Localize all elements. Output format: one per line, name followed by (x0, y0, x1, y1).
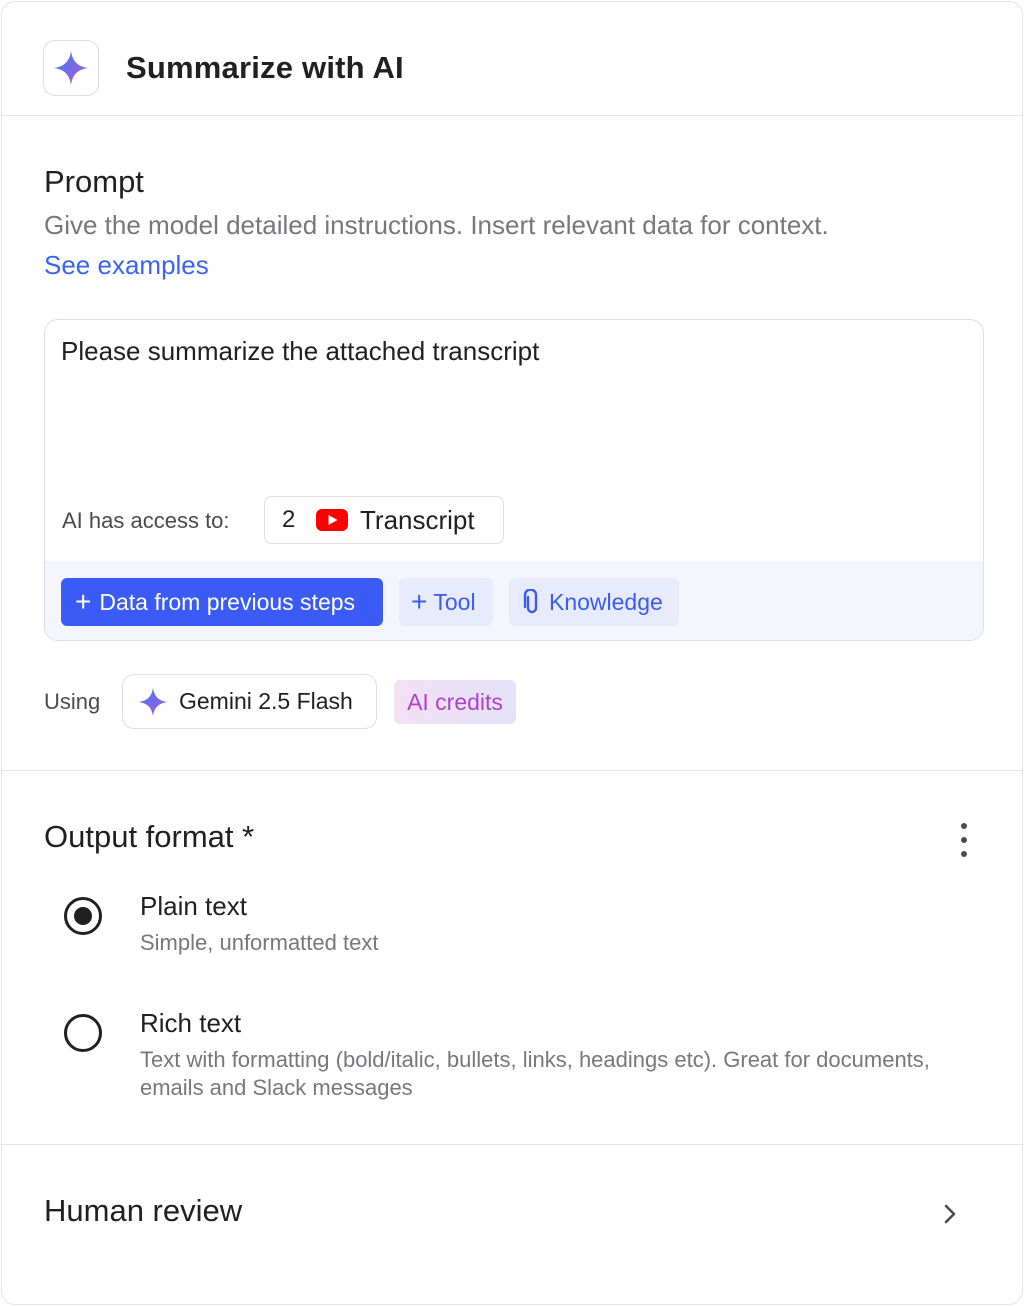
prompt-description: Give the model detailed instructions. In… (44, 210, 829, 240)
option-description: Text with formatting (bold/italic, bulle… (140, 1047, 930, 1100)
access-item-chip[interactable]: 2 Transcript (264, 496, 504, 544)
option-label: Rich text (140, 1008, 242, 1038)
sparkle-icon (43, 40, 99, 96)
access-item-name: Transcript (360, 504, 475, 535)
add-tool-button[interactable]: + Tool (399, 578, 493, 626)
access-item-count: 2 (282, 506, 296, 533)
plus-icon: + (75, 586, 92, 617)
chevron-right-icon (938, 1201, 962, 1227)
output-format-section: Output format * Plain text Simple, unfor… (2, 771, 1022, 1145)
human-review-row[interactable]: Human review (2, 1145, 1022, 1304)
model-name: Gemini 2.5 Flash (179, 688, 353, 714)
model-selector[interactable]: Gemini 2.5 Flash (122, 674, 377, 729)
add-tool-label: Tool (433, 588, 476, 615)
knowledge-button[interactable]: Knowledge (509, 578, 679, 626)
access-label: AI has access to: (62, 508, 230, 533)
output-format-heading: Output format * (44, 819, 255, 854)
panel-header: Summarize with AI (2, 2, 1022, 116)
knowledge-label: Knowledge (549, 588, 663, 615)
add-data-button[interactable]: + Data from previous steps (61, 578, 383, 626)
prompt-section: Prompt Give the model detailed instructi… (2, 116, 1022, 771)
add-data-label: Data from previous steps (99, 588, 356, 615)
summarize-panel: Summarize with AI Prompt Give the model … (1, 1, 1023, 1305)
human-review-heading: Human review (44, 1193, 243, 1228)
paperclip-icon (521, 588, 543, 615)
prompt-toolbar: + Data from previous steps + Tool Knowle… (45, 561, 983, 640)
gemini-icon (137, 686, 169, 718)
prompt-editor[interactable]: Please summarize the attached transcript… (44, 319, 984, 641)
option-label: Plain text (140, 891, 247, 921)
option-description: Simple, unformatted text (140, 930, 379, 955)
youtube-icon (316, 509, 348, 531)
plus-icon: + (411, 586, 428, 617)
more-options-icon[interactable] (952, 823, 976, 857)
ai-credits-badge: AI credits (394, 680, 516, 724)
see-examples-link[interactable]: See examples (44, 250, 209, 281)
radio-button-selected[interactable] (64, 897, 102, 935)
radio-button[interactable] (64, 1014, 102, 1052)
prompt-text[interactable]: Please summarize the attached transcript (61, 336, 539, 367)
using-label: Using (44, 689, 101, 714)
prompt-heading: Prompt (44, 164, 144, 199)
page-title: Summarize with AI (126, 50, 404, 85)
